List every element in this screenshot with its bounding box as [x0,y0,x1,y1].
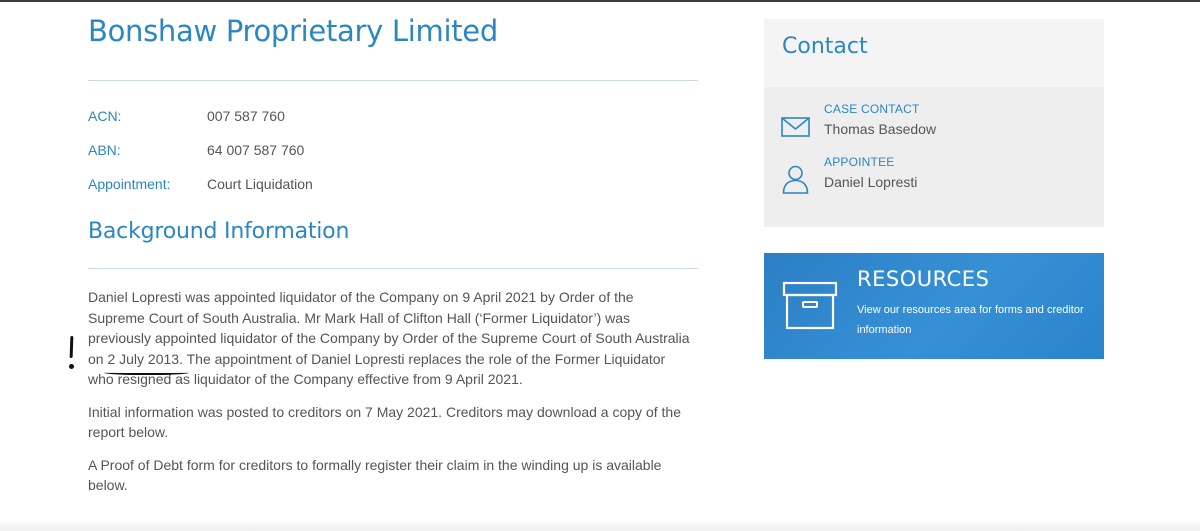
bottom-shadow [0,519,1200,531]
detail-label: ACN: [88,108,122,124]
contact-item-appointee[interactable]: APPOINTEE Daniel Lopresti [764,155,1104,205]
archive-box-icon [782,281,838,331]
contact-header: Contact [764,19,1104,87]
contact-panel: Contact CASE CONTACT Thomas Basedow APPO… [764,19,1104,227]
handwritten-underline [104,369,189,375]
paragraph: Daniel Lopresti was appointed liquidator… [88,287,693,390]
detail-value: 64 007 587 760 [207,142,305,158]
handwritten-exclamation-mark [66,335,76,372]
contact-name[interactable]: Thomas Basedow [824,121,936,137]
divider [88,80,698,81]
top-border [0,0,1200,2]
contact-title: Contact [782,34,868,59]
divider [88,268,698,269]
resources-description: View our resources area for forms and cr… [857,304,1084,336]
detail-label: Appointment: [88,176,171,192]
contact-item-case-contact[interactable]: CASE CONTACT Thomas Basedow [764,102,1104,152]
detail-label: ABN: [88,142,121,158]
background-text: Daniel Lopresti was appointed liquidator… [88,287,693,508]
date-text: 2 July 2013. [107,350,183,367]
resources-panel[interactable]: RESOURCES View our resources area for fo… [764,253,1104,359]
underlined-date: 2 July 2013. [104,349,189,375]
contact-role: CASE CONTACT [824,102,920,116]
detail-value: 007 587 760 [207,108,285,124]
detail-value: Court Liquidation [207,176,313,192]
paragraph: Initial information was posted to credit… [88,403,681,441]
resources-title[interactable]: RESOURCES [857,267,989,291]
paragraph: A Proof of Debt form for creditors to fo… [88,456,662,494]
contact-role: APPOINTEE [824,155,895,169]
envelope-icon [780,110,812,142]
person-icon [780,163,812,195]
page-title: Bonshaw Proprietary Limited [88,14,498,48]
contact-name[interactable]: Daniel Lopresti [824,174,917,190]
background-heading: Background Information [88,219,350,244]
